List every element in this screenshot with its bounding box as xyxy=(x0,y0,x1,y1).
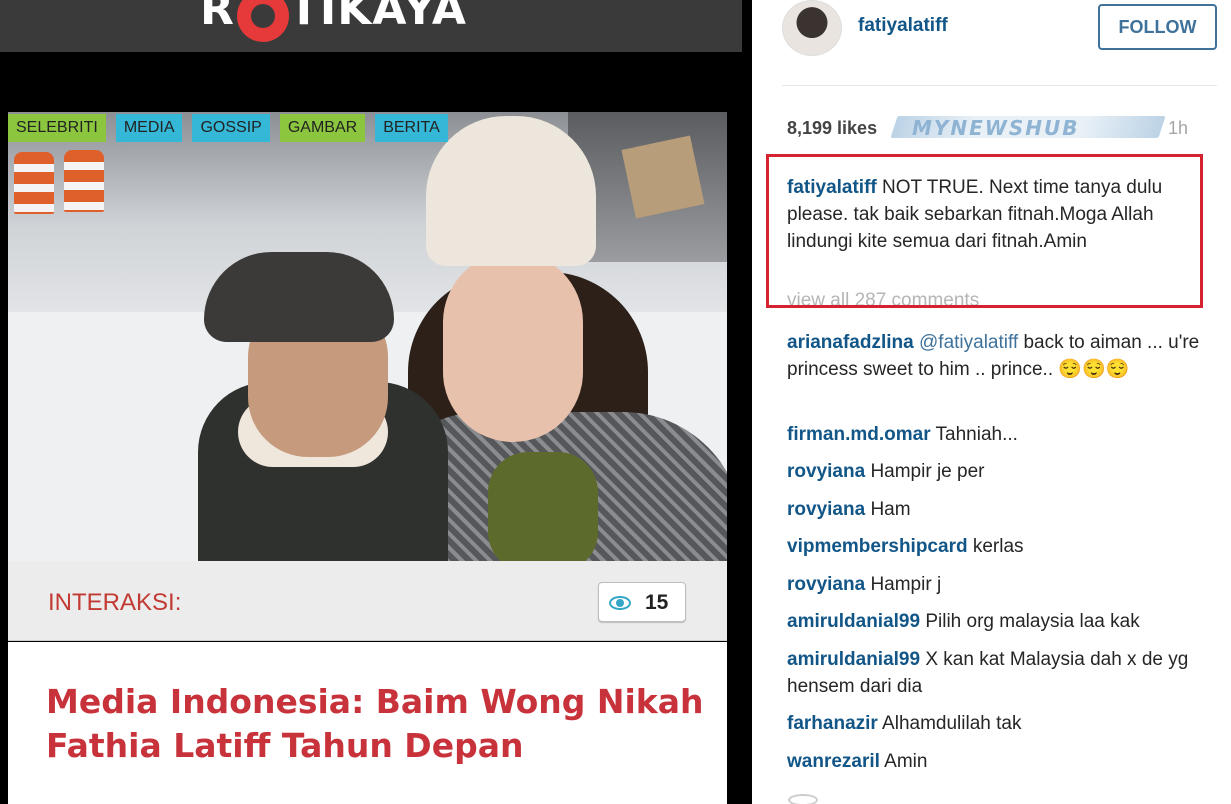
article-body: Media Indonesia: Baim Wong Nikah Fathia … xyxy=(8,642,727,804)
tag-gossip[interactable]: GOSSIP xyxy=(192,114,270,142)
interaction-bar: INTERAKSI: 15 xyxy=(8,561,727,641)
interaksi-label: INTERAKSI: xyxy=(48,589,182,616)
comment-item: wanrezaril Amin xyxy=(787,748,1207,775)
comment-item: firman.md.omar Tahniah... xyxy=(787,421,1207,448)
tag-media[interactable]: MEDIA xyxy=(115,114,183,142)
comment-username[interactable]: farhanazir xyxy=(787,713,878,734)
eye-icon xyxy=(609,596,631,610)
watermark-text: MYNEWSHUB xyxy=(912,116,1080,140)
comment-text: Tahniah... xyxy=(935,424,1018,445)
post-time[interactable]: 1h xyxy=(1168,118,1188,139)
comment-text: Amin xyxy=(884,751,928,772)
comment-item: arianafadzlina @fatiyalatiff back to aim… xyxy=(787,329,1207,383)
site-header: R TIKAYA xyxy=(0,0,742,52)
view-count: 15 xyxy=(645,591,669,614)
comment-username[interactable]: vipmembershipcard xyxy=(787,536,968,557)
comment-item: amiruldanial99 X kan kat Malaysia dah x … xyxy=(787,646,1207,700)
comment-username[interactable]: rovyiana xyxy=(787,499,865,520)
tag-gambar[interactable]: GAMBAR xyxy=(279,114,366,142)
comment-text: Pilih org malaysia laa kak xyxy=(925,611,1140,632)
likes-count[interactable]: 8,199 likes xyxy=(787,118,877,139)
comment-text: Hampir j xyxy=(870,574,942,595)
category-tags: SELEBRITI MEDIA GOSSIP GAMBAR BERITA xyxy=(8,114,448,142)
comment-mention[interactable]: @fatiyalatiff xyxy=(919,332,1018,353)
comment-text: Ham xyxy=(870,499,911,520)
article-photo xyxy=(8,112,727,561)
news-screenshot-panel: R TIKAYA SELEBRITI MEDIA GOSSIP GAMBAR BE… xyxy=(0,0,752,804)
comment-username[interactable]: amiruldanial99 xyxy=(787,611,920,632)
comment-item: rovyiana Ham xyxy=(787,496,1207,523)
comment-item: vipmembershipcard kerlas xyxy=(787,533,1207,560)
comment-text: Hampir je per xyxy=(870,461,985,482)
comment-item: farhanazir Alhamdulilah tak xyxy=(787,710,1207,737)
comment-text: Alhamdulilah tak xyxy=(882,713,1022,734)
view-count-badge: 15 xyxy=(598,582,686,622)
avatar[interactable] xyxy=(782,0,842,56)
divider xyxy=(782,85,1217,86)
instagram-post-panel: fatiyalatiff FOLLOW 8,199 likes MYNEWSHU… xyxy=(752,0,1231,804)
comment-item: amiruldanial99 Pilih org malaysia laa ka… xyxy=(787,608,1207,635)
comment-item: rovyiana Hampir j xyxy=(787,571,1207,598)
comment-icon[interactable] xyxy=(788,794,818,804)
follow-button[interactable]: FOLLOW xyxy=(1098,4,1217,50)
article-title[interactable]: Media Indonesia: Baim Wong Nikah Fathia … xyxy=(46,680,706,768)
post-username[interactable]: fatiyalatiff xyxy=(858,15,948,37)
tag-selebriti[interactable]: SELEBRITI xyxy=(8,114,106,142)
comment-username[interactable]: arianafadzlina xyxy=(787,332,914,353)
site-logo[interactable]: R TIKAYA xyxy=(200,0,467,42)
comment-username[interactable]: rovyiana xyxy=(787,461,865,482)
highlight-box xyxy=(766,154,1203,308)
comment-text: kerlas xyxy=(972,536,1024,557)
comment-username[interactable]: firman.md.omar xyxy=(787,424,931,445)
comment-username[interactable]: wanrezaril xyxy=(787,751,880,772)
comment-username[interactable]: rovyiana xyxy=(787,574,865,595)
comment-item: rovyiana Hampir je per xyxy=(787,458,1207,485)
comment-username[interactable]: amiruldanial99 xyxy=(787,649,920,670)
tag-berita[interactable]: BERITA xyxy=(375,114,448,142)
